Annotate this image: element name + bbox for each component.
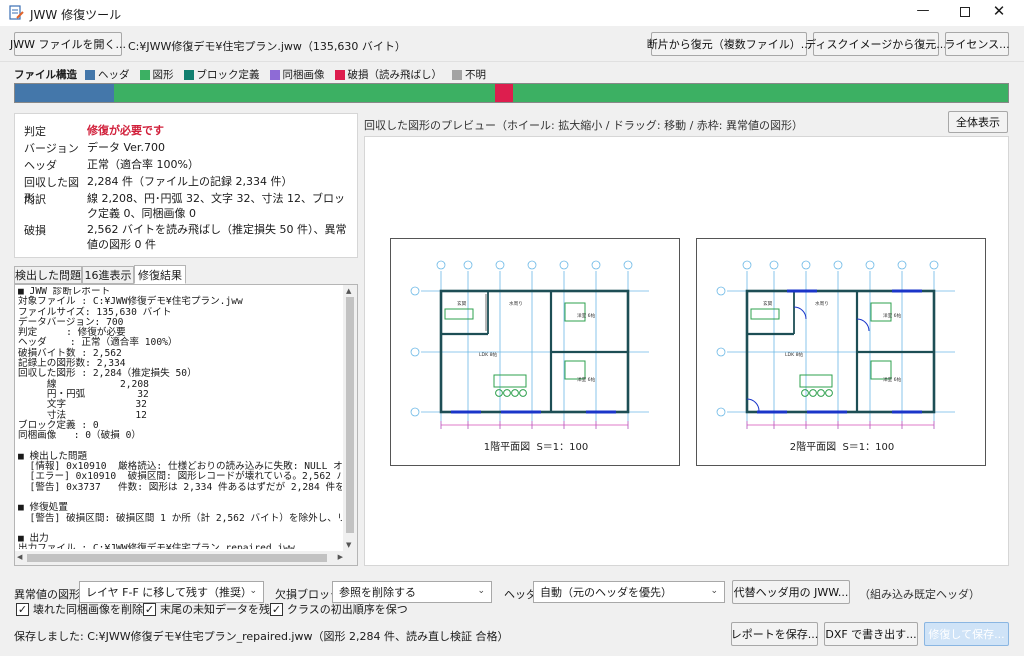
open-jww-button[interactable]: JWW ファイルを開く...: [10, 32, 126, 56]
structure-segment: [15, 84, 115, 102]
tab-issues[interactable]: 検出した問題: [14, 266, 82, 284]
check-keep-trailing[interactable]: ✓ 末尾の未知データを残す: [143, 601, 281, 617]
preview-caption: 回収した図形のプレビュー（ホイール: 拡大縮小 / ドラッグ: 移動 / 赤枠:…: [364, 119, 804, 132]
alt-header-button[interactable]: 代替ヘッダ用の JWW...: [732, 580, 850, 604]
floor-plan-drawing: 玄関 水周り洋室 6帖LDK 8帖洋室 6帖: [410, 260, 649, 429]
summary-value: データ Ver.700: [87, 141, 165, 154]
report-hscroll[interactable]: ◀ ▶: [15, 551, 357, 565]
room-label: 洋室 6帖: [577, 312, 596, 319]
chevron-down-icon: ⌄: [710, 586, 718, 596]
minimize-button[interactable]: —: [908, 3, 938, 23]
fit-view-button[interactable]: 全体表示: [948, 111, 1008, 133]
legend-item: ブロック定義: [183, 67, 260, 82]
checkbox-checked-icon: ✓: [143, 602, 156, 616]
chevron-down-icon: ⌄: [249, 586, 257, 596]
legend-swatch: [269, 69, 280, 80]
check-keep-class-order[interactable]: ✓ クラスの初出順序を保つ: [270, 601, 408, 617]
window-title: JWW 修復ツール: [30, 8, 122, 22]
summary-value: 修復が必要です: [87, 124, 164, 137]
legend-item: 破損（読み飛ばし）: [334, 67, 442, 82]
room-label: 水周り: [815, 300, 829, 307]
floor-plan-2: 玄関 水周り 洋室 6帖 LDK 8帖 洋室 6帖 2階平面図 S＝1：100: [696, 238, 986, 466]
check-delete-images[interactable]: ✓ 壊れた同梱画像を削除: [16, 601, 143, 617]
status-text: 保存しました: C:¥JWW修復デモ¥住宅プラン_repaired.jww（図形…: [14, 630, 509, 643]
export-dxf-button[interactable]: DXF で書き出す...: [824, 622, 918, 646]
legend-item: 同梱画像: [269, 67, 325, 82]
header-combo[interactable]: 自動（元のヘッダを優先） ⌄: [533, 581, 725, 603]
tab-result[interactable]: 修復結果: [134, 265, 186, 284]
room-label: 洋室 6帖: [577, 376, 596, 383]
file-structure-bar: [14, 83, 1009, 103]
summary-value: 線 2,208、円･円弧 32、文字 32、寸法 12、ブロック定義 0、同梱画…: [87, 192, 345, 220]
summary-value: 正常（適合率 100%）: [87, 158, 199, 171]
legend-item: ヘッダ: [85, 67, 130, 82]
tab-hex[interactable]: 16進表示: [82, 266, 134, 284]
summary-value: 2,562 バイトを読み飛ばし（推定損失 50 件）、異常値の図形 0 件: [87, 223, 347, 251]
summary-value: 2,284 件（ファイル上の記録 2,334 件）: [87, 175, 293, 188]
sheet-title: 1階平面図 S＝1：100: [483, 442, 589, 453]
summary-key: バージョン: [24, 142, 79, 155]
checkbox-checked-icon: ✓: [270, 602, 283, 616]
app-icon: [8, 5, 24, 21]
floor-plan-1: 玄関 水周り 洋室 6帖 LDK 8帖 洋室 6帖 1階平面図 S＝1：100: [390, 238, 680, 466]
structure-title: ファイル構造: [14, 69, 77, 81]
structure-legend: ファイル構造 ヘッダ 図形 ブロック定義 同梱画像 破損（読み飛ばし） 不明: [14, 67, 496, 82]
repair-save-button[interactable]: 修復して保存...: [924, 622, 1009, 646]
legend-swatch: [452, 69, 462, 80]
abnormal-label: 異常値の図形:: [14, 588, 84, 601]
file-path-label: C:¥JWW修復デモ¥住宅プラン.jww（135,630 バイト）: [128, 40, 406, 53]
structure-segment: [513, 84, 1008, 102]
summary-key: 破損: [24, 224, 46, 237]
legend-swatch: [183, 69, 194, 80]
room-label: 水周り: [509, 300, 523, 307]
alt-header-note: （組み込み既定ヘッダ）: [859, 588, 980, 601]
report-text: ■ JWW 診断レポート 対象ファイル : C:¥JWW修復デモ¥住宅プラン.j…: [18, 287, 342, 549]
legend-item: 図形: [139, 67, 174, 82]
floor-plan-drawing: 玄関 水周り洋室 6帖LDK 8帖洋室 6帖: [716, 260, 955, 429]
room-label: LDK 8帖: [785, 351, 803, 358]
structure-segment: [114, 84, 495, 102]
chevron-down-icon: ⌄: [477, 586, 485, 596]
room-label: 洋室 6帖: [883, 312, 902, 319]
report-textarea[interactable]: ■ JWW 診断レポート 対象ファイル : C:¥JWW修復デモ¥住宅プラン.j…: [14, 284, 358, 566]
save-report-button[interactable]: レポートを保存...: [731, 622, 818, 646]
summary-key: ヘッダ: [24, 159, 57, 172]
checkbox-checked-icon: ✓: [16, 602, 29, 616]
missing-block-combo[interactable]: 参照を削除する ⌄: [332, 581, 492, 603]
sheet-title: 2階平面図 S＝1：100: [789, 442, 895, 453]
structure-segment: [494, 84, 514, 102]
preview-canvas[interactable]: 玄関 水周り 洋室 6帖 LDK 8帖 洋室 6帖 1階平面図 S＝1：100 玄関 水周り…: [364, 136, 1009, 566]
title-bar: JWW 修復ツール — ✕: [0, 0, 1024, 26]
recover-fragments-button[interactable]: 断片から復元（複数ファイル）...: [647, 32, 811, 56]
room-label: 玄関: [763, 300, 773, 307]
abnormal-combo[interactable]: レイヤ F-F に移して残す（推奨） ⌄: [79, 581, 264, 603]
legend-item: 不明: [452, 67, 486, 82]
room-label: 玄関: [457, 300, 467, 307]
license-button[interactable]: ライセンス...: [944, 32, 1010, 56]
legend-swatch: [139, 69, 150, 80]
close-button[interactable]: ✕: [984, 2, 1014, 22]
legend-swatch: [334, 69, 345, 80]
room-label: LDK 8帖: [479, 351, 497, 358]
maximize-button[interactable]: [950, 3, 980, 23]
summary-key: 判定: [24, 125, 46, 138]
legend-swatch: [85, 69, 95, 80]
room-label: 洋室 6帖: [883, 376, 902, 383]
recover-disk-image-button[interactable]: ディスクイメージから復元...: [805, 32, 947, 56]
report-vscroll[interactable]: ▲ ▼: [343, 285, 357, 551]
summary-key: 内訳: [24, 193, 46, 206]
